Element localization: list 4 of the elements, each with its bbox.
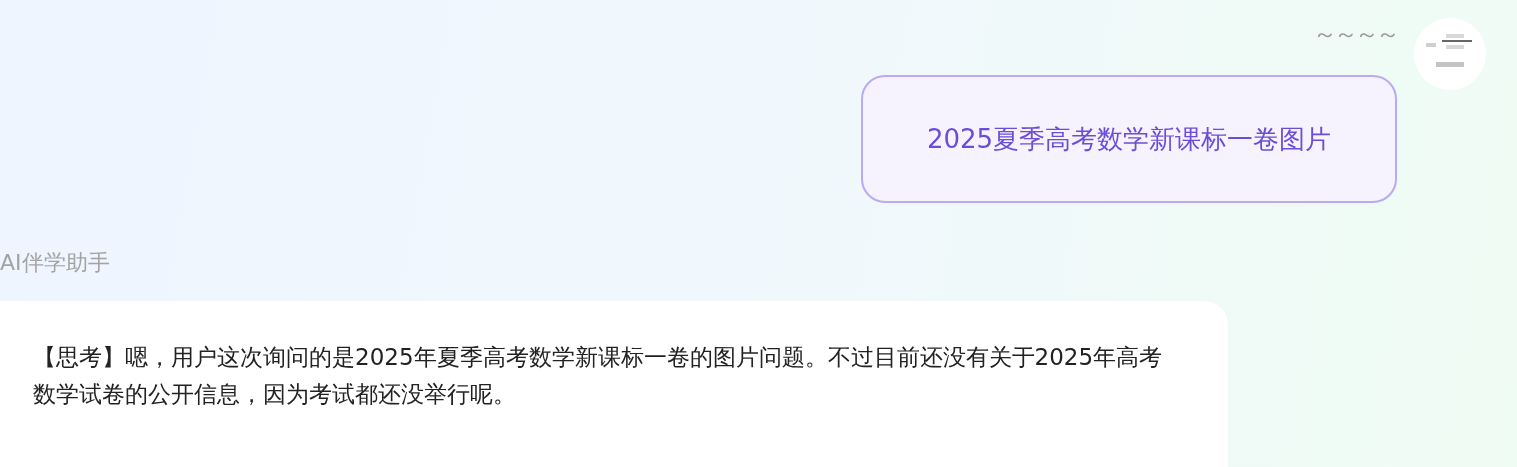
user-message: 2025夏季高考数学新课标一卷图片 <box>861 75 1397 203</box>
user-name: ～～～～ <box>1313 19 1397 50</box>
assistant-name: AI伴学助手 <box>0 249 111 277</box>
assistant-message: 【思考】嗯，用户这次询问的是2025年夏季高考数学新课标一卷的图片问题。不过目前还没有关于2025年高考数学试卷的公开信息，因为考试都还没举行呢。 <box>0 301 1228 467</box>
